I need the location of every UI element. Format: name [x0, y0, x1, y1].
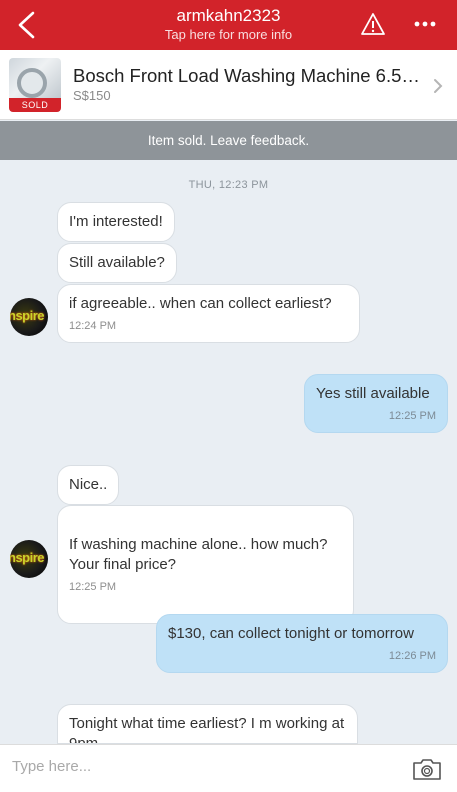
- message-text: if agreeable.. when can collect earliest…: [69, 295, 332, 312]
- chat-username: armkahn2323: [176, 6, 281, 25]
- date-stamp: THU, 12:23 PM: [188, 179, 269, 191]
- message-time: 12:25 PM: [69, 581, 117, 593]
- avatar[interactable]: nspire: [10, 298, 48, 336]
- avatar[interactable]: nspire: [10, 540, 48, 578]
- chat-subtitle: Tap here for more info: [164, 27, 293, 42]
- message-text: $130, can collect tonight or tomorrow: [168, 625, 414, 642]
- sold-badge: SOLD: [9, 98, 61, 112]
- more-icon[interactable]: [413, 14, 437, 34]
- warning-icon[interactable]: [361, 12, 385, 36]
- message-bubble-mine: Yes still available 12:25 PM: [304, 374, 448, 433]
- chevron-right-icon: [434, 79, 443, 93]
- message-bubble: if agreeable.. when can collect earliest…: [57, 284, 360, 343]
- listing-price: S$150: [73, 88, 111, 103]
- message-bubble: I'm interested!: [57, 202, 175, 242]
- message-bubble-mine: $130, can collect tonight or tomorrow 12…: [156, 614, 448, 673]
- composer-bar: [0, 744, 457, 792]
- message-input[interactable]: [12, 758, 372, 775]
- message-bubble: Still available?: [57, 243, 177, 283]
- message-text: Yes still available: [316, 385, 430, 402]
- listing-bar[interactable]: Bosch Front Load Washing Machine 6.5K...…: [0, 50, 457, 120]
- feedback-banner[interactable]: Item sold. Leave feedback.: [0, 121, 457, 160]
- message-text: If washing machine alone.. how much? You…: [69, 536, 328, 573]
- camera-icon[interactable]: [412, 757, 442, 781]
- header-title-area[interactable]: armkahn2323 Tap here for more info: [90, 6, 367, 43]
- message-text: Still available?: [69, 254, 165, 271]
- message-bubble: Nice..: [57, 465, 120, 505]
- message-time: 12:26 PM: [388, 650, 436, 662]
- message-text: I'm interested!: [69, 213, 163, 230]
- chat-header: armkahn2323 Tap here for more info: [0, 0, 457, 50]
- message-time: 12:24 PM: [69, 320, 117, 332]
- message-text: Nice..: [69, 476, 108, 493]
- message-text: Tonight what time earliest? I m working …: [69, 715, 345, 744]
- message-bubble: Tonight what time earliest? I m working …: [57, 704, 358, 744]
- message-bubble: If washing machine alone.. how much? You…: [57, 505, 354, 624]
- listing-title: Bosch Front Load Washing Machine 6.5K...: [73, 65, 423, 86]
- back-chevron-icon[interactable]: [14, 11, 40, 39]
- message-time: 12:25 PM: [388, 410, 436, 422]
